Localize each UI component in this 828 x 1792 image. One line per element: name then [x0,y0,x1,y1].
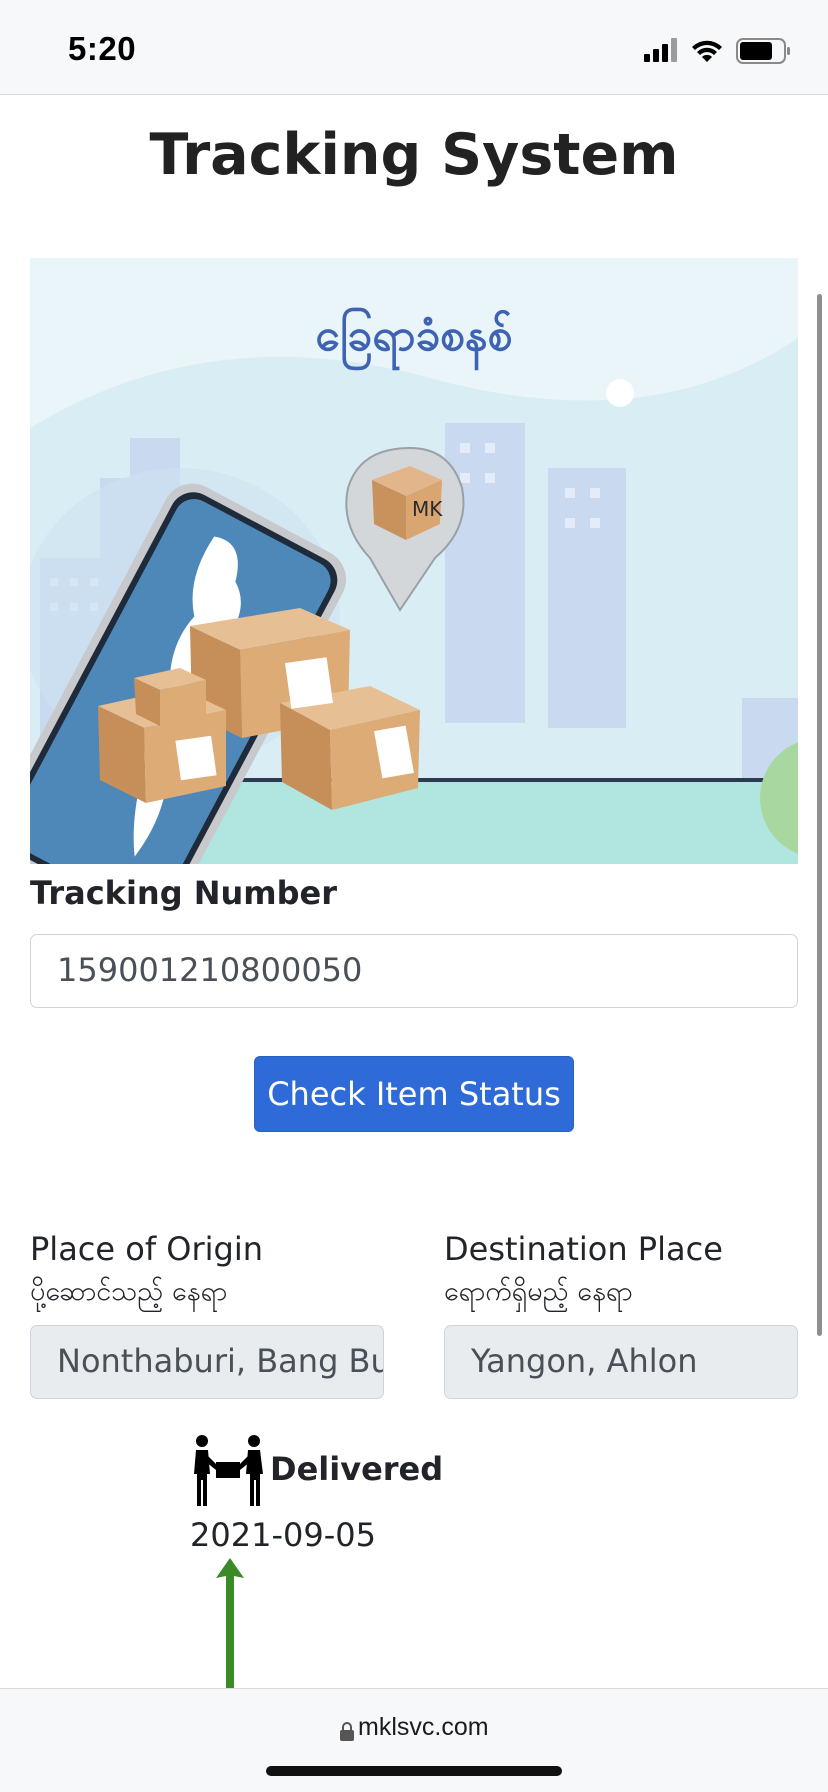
destination-place-field[interactable]: Yangon, Ahlon [444,1325,798,1399]
place-of-origin-field[interactable]: Nonthaburi, Bang Bu [30,1325,384,1399]
tracking-number-input[interactable]: 159001210800050 [30,934,798,1008]
delivery-status: Delivered [270,1450,444,1488]
timeline-arrow-up-icon [216,1558,244,1688]
place-of-origin-sublabel: ပို့ဆောင်သည့် နေရာ [30,1276,228,1307]
lock-icon [340,1722,354,1741]
destination-place-sublabel: ရောက်ရှိမည့် နေရာ [444,1276,633,1307]
battery-icon [736,38,790,64]
browser-url-bar[interactable]: mklsvc.com [0,1688,828,1792]
delivery-people-icon [194,1435,263,1506]
url-text[interactable]: mklsvc.com [358,1713,489,1742]
tracking-number-label: Tracking Number [30,874,338,912]
delivery-date: 2021-09-05 [190,1516,376,1554]
home-indicator[interactable] [266,1766,562,1776]
banner-headline: ခြေရာခံစနစ် [315,310,513,361]
page-content: Tracking System MK ခြေရာခံစနစ် Tracking … [0,96,828,1688]
place-of-origin-label: Place of Origin [30,1230,263,1268]
cellular-signal-icon [644,38,677,62]
page-scrollbar[interactable] [817,294,822,1336]
svg-text:MK: MK [412,497,443,521]
status-icons [644,38,790,64]
check-item-status-button[interactable]: Check Item Status [254,1056,574,1132]
page-title: Tracking System [149,122,679,188]
wifi-icon [692,40,722,62]
status-bar: 5:20 [0,0,828,95]
destination-place-label: Destination Place [444,1230,723,1268]
status-time: 5:20 [68,30,137,67]
tracking-banner: MK ခြေရာခံစနစ် [30,258,798,864]
